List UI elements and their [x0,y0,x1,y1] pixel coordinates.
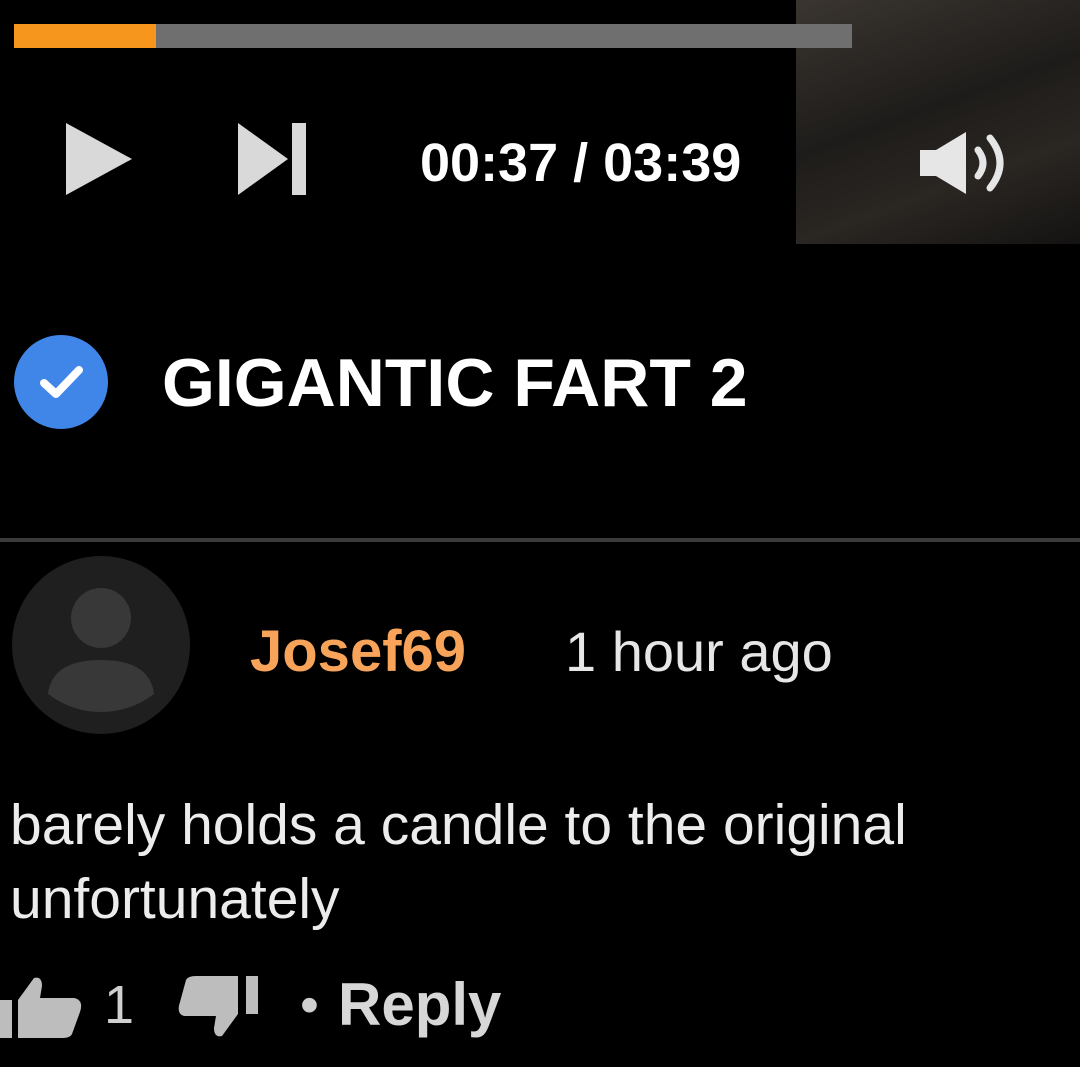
verified-check-icon [14,335,108,429]
duration: 03:39 [603,133,742,193]
default-avatar-icon[interactable] [12,556,190,734]
like-count: 1 [104,975,135,1035]
reply-button[interactable]: Reply [338,972,501,1038]
comment-timestamp: 1 hour ago [565,620,833,683]
divider [0,538,1080,542]
time-display: 00:37 / 03:39 [420,130,741,196]
current-time: 00:37 [420,133,559,193]
thumbs-down-icon[interactable] [178,976,268,1038]
thumbs-up-icon[interactable] [0,976,84,1038]
skip-next-icon[interactable] [236,123,308,195]
time-separator: / [558,133,604,193]
volume-icon[interactable] [918,130,1028,196]
video-title: GIGANTIC FART 2 [162,345,748,421]
comment-author[interactable]: Josef69 [250,617,466,687]
comment-body: barely holds a candle to the original un… [10,793,907,931]
progress-fill [14,24,156,48]
separator-dot: • [300,975,319,1035]
play-icon[interactable] [66,123,132,195]
progress-bar[interactable] [14,24,852,48]
